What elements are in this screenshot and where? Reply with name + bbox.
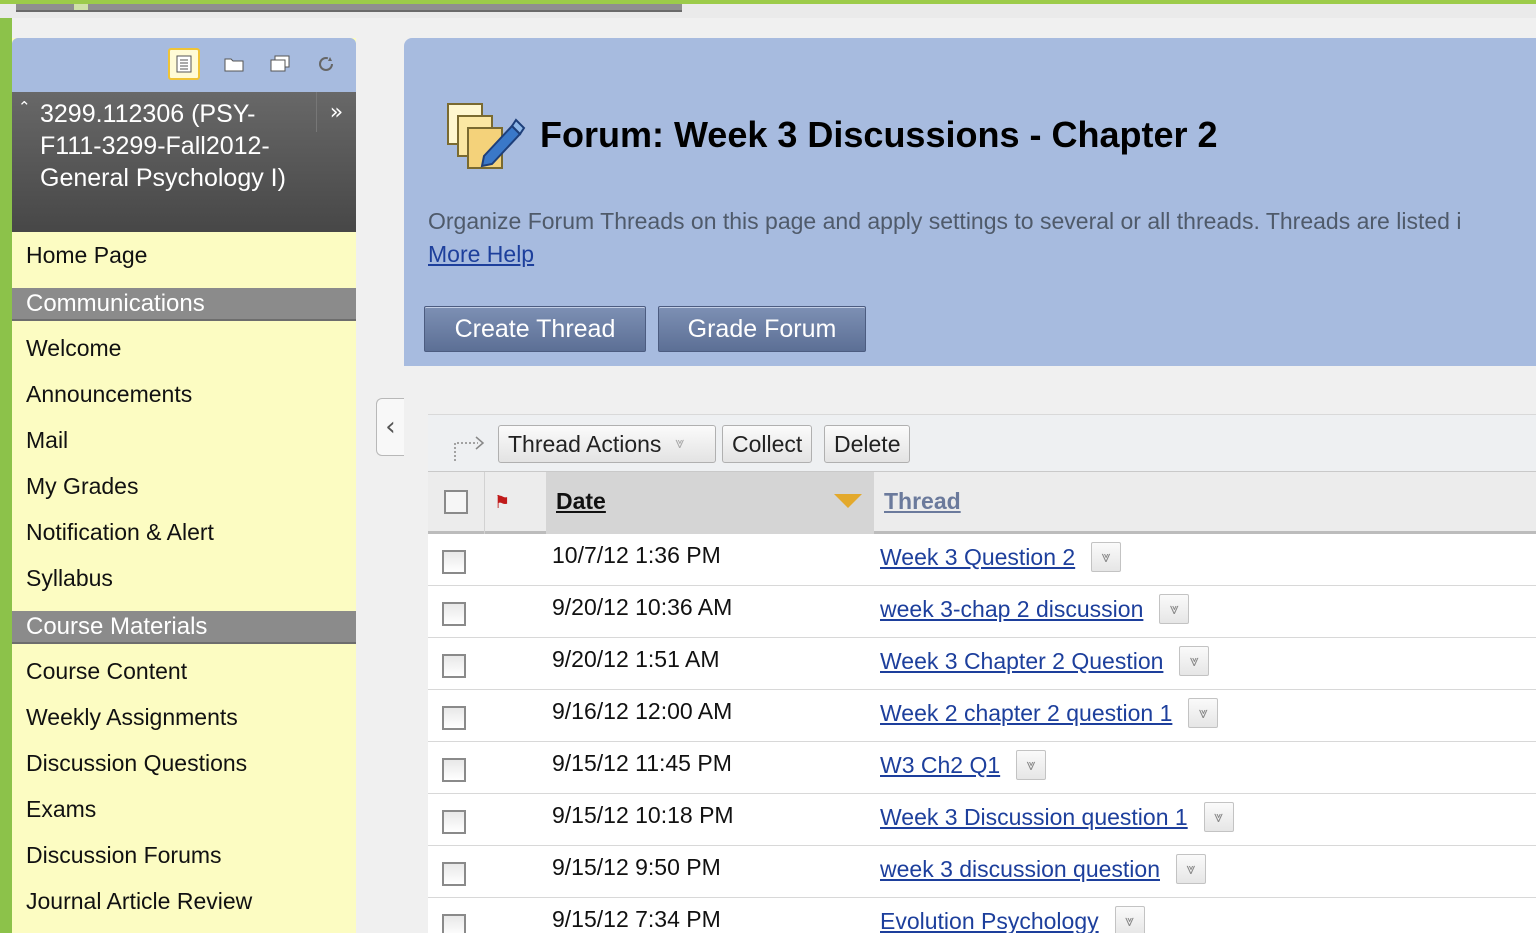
- row-date: 9/15/12 7:34 PM: [552, 906, 721, 932]
- select-all-checkbox[interactable]: [444, 490, 468, 514]
- page-header: Forum: Week 3 Discussions - Chapter 2 Or…: [404, 38, 1536, 366]
- row-checkbox[interactable]: [442, 914, 466, 933]
- thread-link[interactable]: W3 Ch2 Q1: [880, 752, 1000, 779]
- sidebar-item-notification-alert[interactable]: Notification & Alert: [12, 509, 356, 555]
- more-help-link[interactable]: More Help: [428, 241, 534, 268]
- row-checkbox[interactable]: [442, 706, 466, 730]
- scrollbar-nub[interactable]: [74, 4, 88, 10]
- row-date: 10/7/12 1:36 PM: [552, 542, 721, 568]
- row-checkbox[interactable]: [442, 550, 466, 574]
- top-scrollbar[interactable]: [16, 4, 682, 12]
- thread-link[interactable]: Week 2 chapter 2 question 1: [880, 700, 1172, 727]
- course-title[interactable]: 3299.112306 (PSY-F111-3299-Fall2012-Gene…: [40, 98, 310, 194]
- options-chevron-icon[interactable]: ⩔: [1203, 802, 1234, 832]
- row-checkbox[interactable]: [442, 810, 466, 834]
- sidebar-heading-communications: Communications: [12, 288, 356, 321]
- sidebar-item-home-page[interactable]: Home Page: [12, 232, 356, 278]
- create-thread-button[interactable]: Create Thread: [424, 306, 646, 352]
- thread-link[interactable]: Evolution Psychology: [880, 908, 1099, 933]
- sidebar-item-weekly-assignments[interactable]: Weekly Assignments: [12, 694, 356, 740]
- chevron-down-icon: ⩔: [675, 435, 685, 452]
- table-row: 9/16/12 12:00 AM Week 2 chapter 2 questi…: [428, 690, 1536, 742]
- options-chevron-icon[interactable]: ⩔: [1114, 906, 1145, 933]
- table-row: 9/15/12 7:34 PM Evolution Psychology ⩔: [428, 898, 1536, 933]
- expand-menu-icon[interactable]: »: [316, 92, 356, 132]
- options-chevron-icon[interactable]: ⩔: [1159, 594, 1190, 624]
- collapse-caret-icon[interactable]: ⌃: [18, 98, 31, 116]
- threads-grid: Thread Actions ⩔ Collect Delete ⚑ Date T…: [428, 414, 1536, 933]
- sidebar-item-mail[interactable]: Mail: [12, 417, 356, 463]
- thread-link[interactable]: Week 3 Chapter 2 Question: [880, 648, 1163, 675]
- sidebar-item-course-content[interactable]: Course Content: [12, 648, 356, 694]
- thread-actions-label: Thread Actions: [508, 430, 662, 457]
- table-header: ⚑ Date Thread: [428, 472, 1536, 534]
- table-row: 10/7/12 1:36 PM Week 3 Question 2 ⩔: [428, 534, 1536, 586]
- collect-button[interactable]: Collect: [722, 425, 813, 463]
- thread-column-header[interactable]: Thread: [884, 488, 961, 515]
- page-title: Forum: Week 3 Discussions - Chapter 2: [540, 114, 1218, 155]
- grade-forum-button[interactable]: Grade Forum: [658, 306, 866, 352]
- date-column-header[interactable]: Date: [546, 472, 874, 534]
- thread-link[interactable]: week 3 discussion question: [880, 856, 1160, 883]
- options-chevron-icon[interactable]: ⩔: [1179, 646, 1210, 676]
- thread-link[interactable]: Week 3 Discussion question 1: [880, 804, 1188, 831]
- course-title-block: ⌃ 3299.112306 (PSY-F111-3299-Fall2012-Ge…: [12, 92, 356, 232]
- date-column-label[interactable]: Date: [556, 488, 606, 515]
- sidebar-item-discussion-forums[interactable]: Discussion Forums: [12, 832, 356, 878]
- sort-descending-icon[interactable]: [834, 494, 862, 508]
- row-checkbox[interactable]: [442, 654, 466, 678]
- row-date: 9/15/12 9:50 PM: [552, 854, 721, 880]
- column-divider: [484, 472, 485, 534]
- sidebar-item-announcements[interactable]: Announcements: [12, 371, 356, 417]
- thread-link[interactable]: week 3-chap 2 discussion: [880, 596, 1143, 623]
- sidebar-item-syllabus[interactable]: Syllabus: [12, 555, 356, 601]
- delete-button[interactable]: Delete: [824, 425, 911, 463]
- sidebar-item-discussion-questions[interactable]: Discussion Questions: [12, 740, 356, 786]
- chevron-left-icon: ‹: [385, 412, 396, 442]
- row-date: 9/20/12 10:36 AM: [552, 594, 733, 620]
- sidebar-item-journal-article-review[interactable]: Journal Article Review: [12, 878, 356, 924]
- list-view-icon[interactable]: [168, 48, 200, 80]
- browser-top-strip: [0, 0, 1536, 18]
- action-bar: Thread Actions ⩔ Collect Delete: [428, 414, 1536, 472]
- row-date: 9/20/12 1:51 AM: [552, 646, 720, 672]
- sidebar-item-welcome[interactable]: Welcome: [12, 325, 356, 371]
- options-chevron-icon[interactable]: ⩔: [1176, 854, 1206, 884]
- table-row: 9/15/12 11:45 PM W3 Ch2 Q1 ⩔: [428, 742, 1536, 794]
- row-checkbox[interactable]: [442, 862, 466, 886]
- row-date: 9/15/12 10:18 PM: [552, 802, 734, 828]
- sidebar-heading-course-materials: Course Materials: [12, 611, 356, 644]
- table-row: 9/20/12 1:51 AM Week 3 Chapter 2 Questio…: [428, 638, 1536, 690]
- row-checkbox[interactable]: [442, 602, 466, 626]
- row-checkbox[interactable]: [442, 758, 466, 782]
- course-menu-toolbar: [12, 38, 356, 92]
- selection-arrow-icon: [452, 429, 486, 463]
- table-row: 9/20/12 10:36 AM week 3-chap 2 discussio…: [428, 586, 1536, 638]
- options-chevron-icon[interactable]: ⩔: [1188, 698, 1219, 728]
- flag-icon[interactable]: ⚑: [494, 492, 510, 513]
- refresh-icon[interactable]: [310, 48, 342, 80]
- thread-link[interactable]: Week 3 Question 2: [880, 544, 1075, 571]
- thread-actions-menu[interactable]: Thread Actions ⩔: [498, 425, 716, 463]
- table-row: 9/15/12 9:50 PM week 3 discussion questi…: [428, 846, 1536, 898]
- page-description: Organize Forum Threads on this page and …: [428, 208, 1462, 234]
- sidebar-item-exams[interactable]: Exams: [12, 786, 356, 832]
- options-chevron-icon[interactable]: ⩔: [1091, 542, 1122, 572]
- left-edge: [0, 18, 12, 933]
- folder-view-icon[interactable]: [218, 48, 250, 80]
- row-date: 9/15/12 11:45 PM: [552, 750, 732, 776]
- window-icon[interactable]: [264, 48, 296, 80]
- sidebar-item-my-grades[interactable]: My Grades: [12, 463, 356, 509]
- course-menu: ⌃ 3299.112306 (PSY-F111-3299-Fall2012-Ge…: [12, 38, 356, 933]
- forum-icon: [444, 98, 526, 180]
- table-row: 9/15/12 10:18 PM Week 3 Discussion quest…: [428, 794, 1536, 846]
- row-date: 9/16/12 12:00 AM: [552, 698, 733, 724]
- options-chevron-icon[interactable]: ⩔: [1016, 750, 1047, 780]
- collapse-sidebar-button[interactable]: ‹: [376, 398, 404, 456]
